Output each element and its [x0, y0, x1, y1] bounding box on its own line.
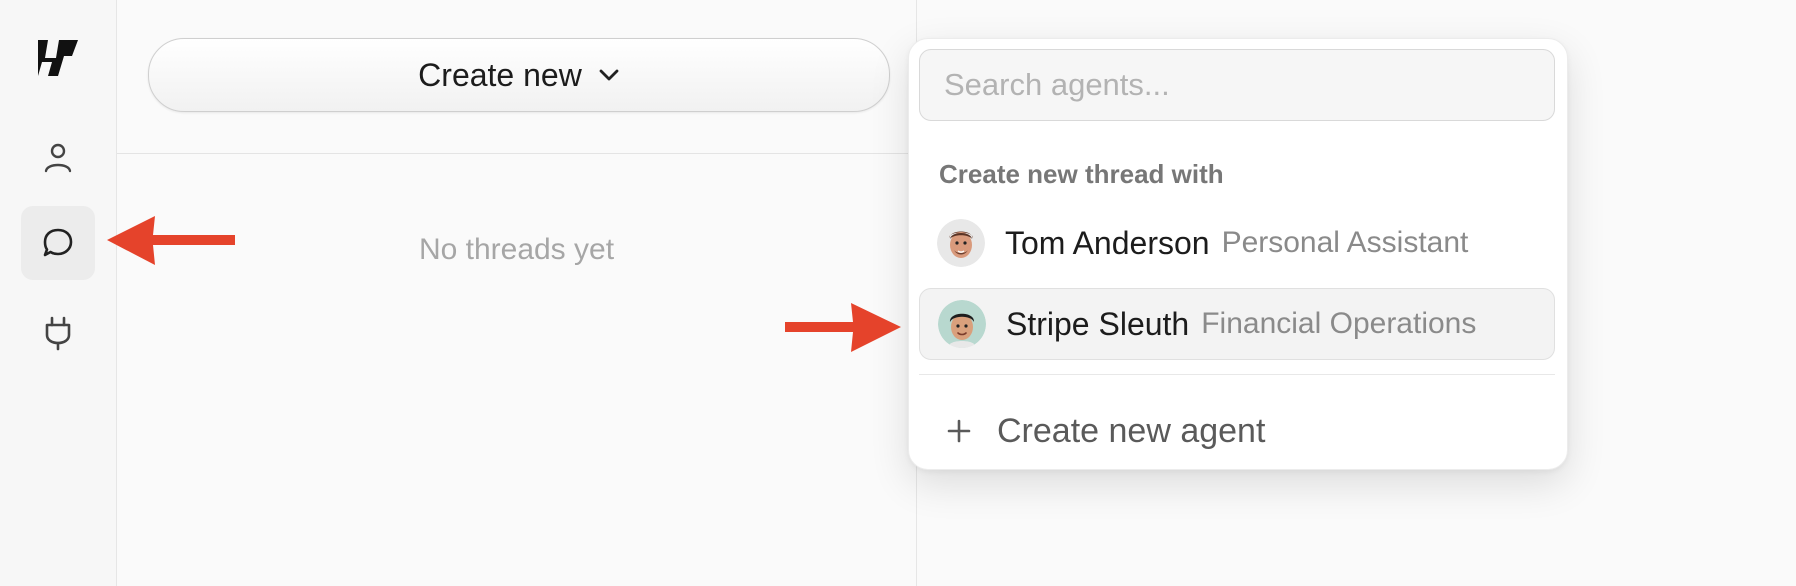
agent-role: Personal Assistant [1221, 226, 1469, 259]
rail-item-integrations[interactable] [21, 296, 95, 370]
avatar [938, 300, 986, 348]
agent-name: Stripe Sleuth [1006, 305, 1190, 342]
avatar [937, 219, 985, 267]
agent-name: Tom Anderson [1005, 224, 1210, 261]
chevron-down-icon [599, 69, 619, 81]
agent-item-tom-anderson[interactable]: Tom Anderson Personal Assistant [919, 207, 1555, 279]
create-new-button[interactable]: Create new [148, 38, 890, 112]
plus-icon [939, 418, 979, 444]
plug-icon [45, 316, 71, 351]
arrow-right-annotation-icon [785, 303, 901, 352]
logo-icon[interactable] [34, 34, 82, 82]
rail-item-threads[interactable] [21, 206, 95, 280]
agent-role: Financial Operations [1201, 307, 1477, 340]
agent-item-stripe-sleuth[interactable]: Stripe Sleuth Financial Operations [919, 288, 1555, 360]
create-new-label: Create new [418, 56, 582, 93]
rail-item-profile[interactable] [21, 120, 95, 194]
person-icon [44, 143, 72, 173]
threads-panel: Create new No threads yet [117, 0, 917, 586]
threads-header: Create new [117, 0, 916, 154]
section-label: Create new thread with [939, 159, 1224, 189]
chat-bubble-icon [43, 228, 73, 257]
agent-dropdown: Create new thread with Tom Anderson Pers… [908, 38, 1568, 470]
icon-rail [0, 0, 117, 586]
divider [919, 374, 1555, 375]
search-agents-input[interactable] [919, 49, 1555, 121]
create-new-agent-button[interactable]: Create new agent [939, 401, 1265, 461]
create-new-agent-label: Create new agent [997, 411, 1266, 450]
arrow-left-annotation-icon [107, 216, 235, 265]
